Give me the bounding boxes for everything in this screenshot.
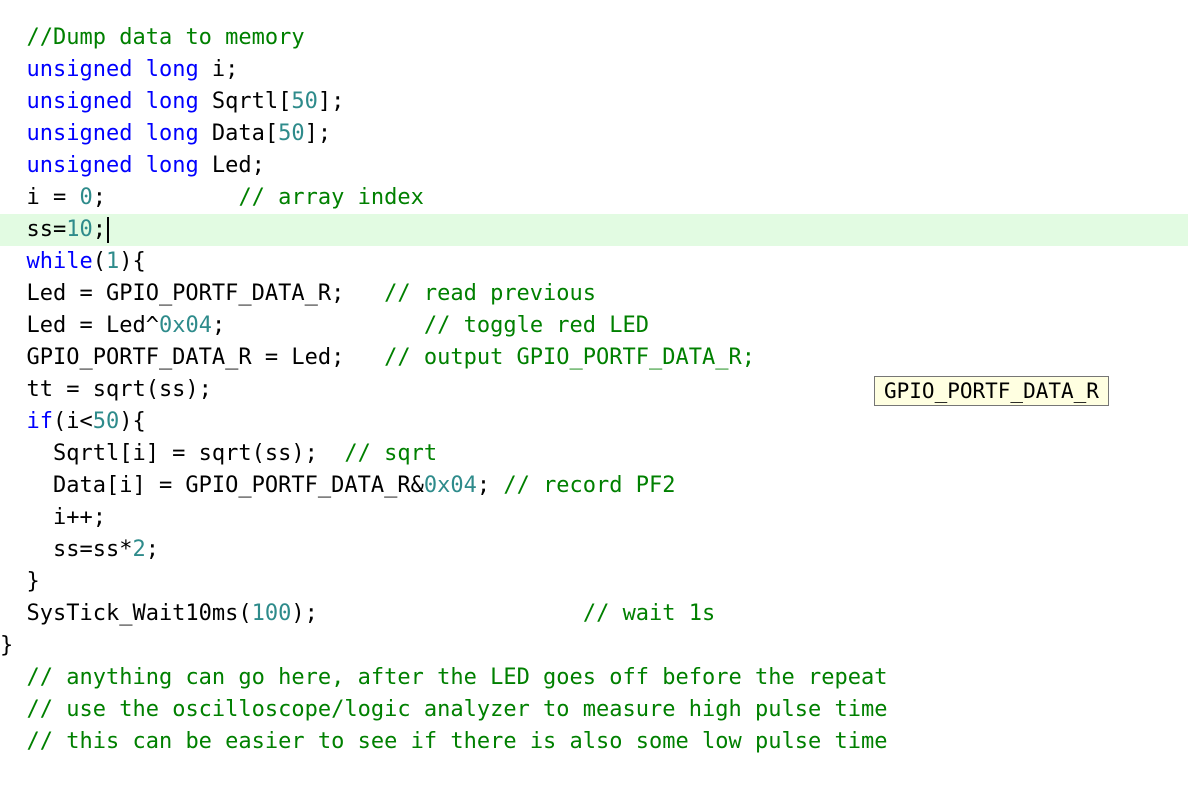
code-line[interactable]: GPIO_PORTF_DATA_R = Led; // output GPIO_… [0, 342, 1188, 374]
comment: // this can be easier to see if there is… [26, 729, 888, 754]
code-text: ]; [304, 121, 332, 146]
code-text: Data[i] = GPIO_PORTF_DATA_R& [0, 473, 424, 498]
code-line[interactable]: i++; [0, 502, 1188, 534]
code-text: Led; [198, 153, 265, 178]
keyword: unsigned long [26, 121, 199, 146]
comment: // toggle red LED [423, 313, 650, 338]
code-text: ; [92, 217, 106, 242]
code-text: } [0, 633, 14, 658]
code-text: i++; [0, 505, 106, 530]
code-text: SysTick_Wait10ms( [0, 601, 252, 626]
number-literal: 50 [278, 121, 305, 146]
code-line[interactable]: //Dump data to memory [0, 22, 1188, 54]
code-line[interactable]: unsigned long i; [0, 54, 1188, 86]
code-text: GPIO_PORTF_DATA_R = Led; [0, 345, 385, 370]
code-text: ss= [0, 217, 67, 242]
code-text: (i< [53, 409, 93, 434]
code-line[interactable]: // anything can go here, after the LED g… [0, 662, 1188, 694]
code-line[interactable]: Led = Led^0x04; // toggle red LED [0, 310, 1188, 342]
code-line[interactable]: i = 0; // array index [0, 182, 1188, 214]
keyword: unsigned long [26, 89, 199, 114]
code-line[interactable]: while(1){ [0, 246, 1188, 278]
keyword: unsigned long [26, 153, 199, 178]
code-text: Sqrtl[ [198, 89, 292, 114]
code-line[interactable]: Sqrtl[i] = sqrt(ss); // sqrt [0, 438, 1188, 470]
comment: // read previous [384, 281, 597, 306]
keyword: unsigned long [26, 57, 199, 82]
number-literal: 50 [291, 89, 318, 114]
code-text: i = [0, 185, 80, 210]
code-line[interactable]: unsigned long Sqrtl[50]; [0, 86, 1188, 118]
keyword: if [26, 409, 54, 434]
code-text: Data[ [198, 121, 279, 146]
code-text: ){ [119, 409, 146, 434]
code-text: tt = sqrt(ss); [0, 377, 212, 402]
code-text: ; [92, 185, 239, 210]
comment: // wait 1s [582, 601, 716, 626]
code-line[interactable]: SysTick_Wait10ms(100); // wait 1s [0, 598, 1188, 630]
number-literal: 0x04 [158, 313, 212, 338]
comment: //Dump data to memory [26, 25, 305, 50]
current-code-line[interactable]: ss=10; [0, 214, 1188, 246]
code-text: ; [476, 473, 504, 498]
code-text: ss=ss* [0, 537, 133, 562]
code-text: Led = GPIO_PORTF_DATA_R; [0, 281, 385, 306]
number-literal: 50 [92, 409, 120, 434]
code-text: ; [211, 313, 424, 338]
code-line[interactable]: unsigned long Led; [0, 150, 1188, 182]
code-text: ); [291, 601, 583, 626]
comment: // output GPIO_PORTF_DATA_R; [384, 345, 755, 370]
number-literal: 1 [105, 249, 120, 274]
code-text: ( [92, 249, 106, 274]
code-line[interactable]: ss=ss*2; [0, 534, 1188, 566]
comment: // record PF2 [503, 473, 676, 498]
code-line[interactable]: unsigned long Data[50]; [0, 118, 1188, 150]
code-line[interactable]: // this can be easier to see if there is… [0, 726, 1188, 758]
autocomplete-tooltip: GPIO_PORTF_DATA_R [874, 376, 1109, 406]
comment: // anything can go here, after the LED g… [26, 665, 888, 690]
code-line[interactable]: } [0, 566, 1188, 598]
number-literal: 0 [79, 185, 93, 210]
code-text: } [0, 569, 40, 594]
number-literal: 0x04 [423, 473, 477, 498]
comment: // array index [238, 185, 424, 210]
comment: // use the oscilloscope/logic analyzer t… [26, 697, 888, 722]
keyword: while [26, 249, 93, 274]
code-text: ){ [119, 249, 146, 274]
code-text: ; [145, 537, 159, 562]
code-line[interactable]: } [0, 630, 1188, 662]
code-text: Sqrtl[i] = sqrt(ss); [0, 441, 345, 466]
code-text: Led = Led^ [0, 313, 159, 338]
code-line[interactable]: Led = GPIO_PORTF_DATA_R; // read previou… [0, 278, 1188, 310]
code-line[interactable]: // use the oscilloscope/logic analyzer t… [0, 694, 1188, 726]
number-literal: 10 [66, 217, 93, 242]
code-text: ]; [317, 89, 345, 114]
number-literal: 2 [132, 537, 146, 562]
code-line[interactable]: Data[i] = GPIO_PORTF_DATA_R&0x04; // rec… [0, 470, 1188, 502]
text-caret [106, 217, 109, 243]
code-text: i; [198, 57, 239, 82]
code-line[interactable]: if(i<50){ [0, 406, 1188, 438]
number-literal: 100 [251, 601, 292, 626]
comment: // sqrt [344, 441, 438, 466]
